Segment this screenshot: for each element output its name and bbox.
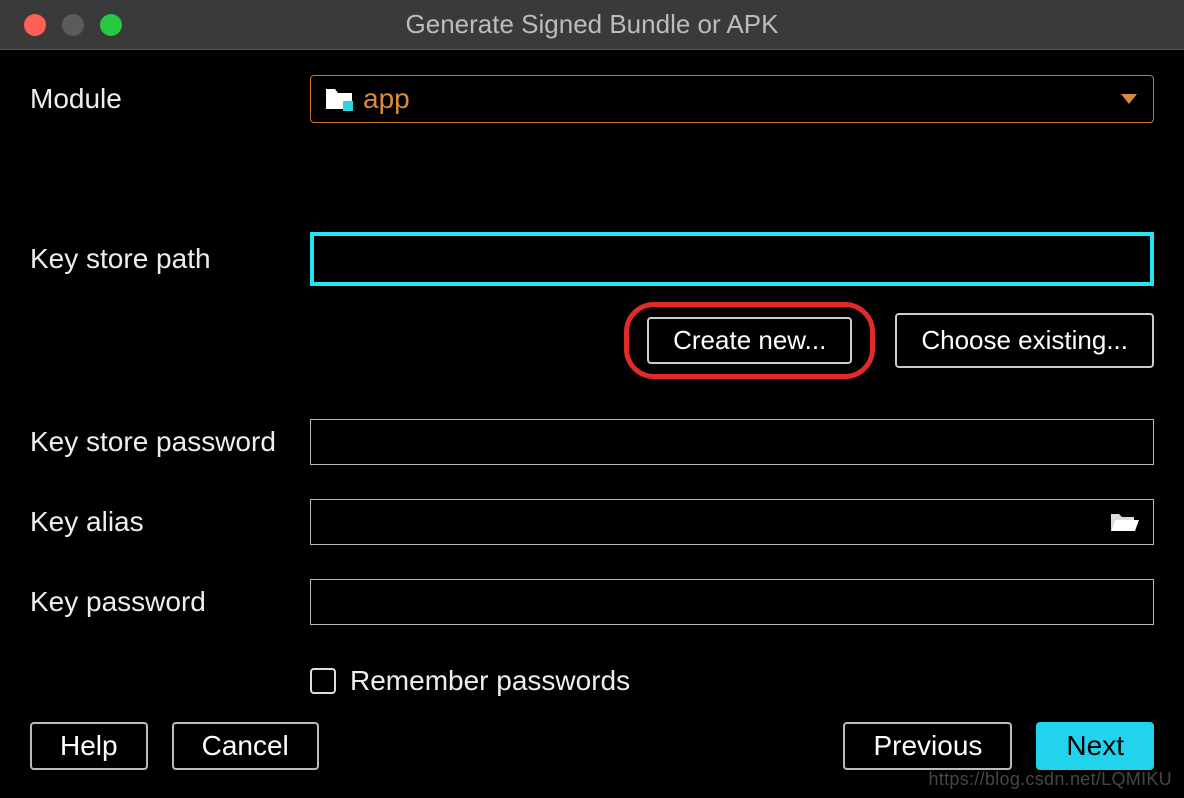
keystore-path-row: Key store path (30, 232, 1154, 286)
minimize-window-icon[interactable] (62, 14, 84, 36)
next-button[interactable]: Next (1036, 722, 1154, 770)
cancel-button[interactable]: Cancel (172, 722, 319, 770)
key-alias-browse-button[interactable] (1109, 508, 1141, 536)
remember-passwords-row: Remember passwords (310, 665, 1154, 697)
module-label: Module (30, 83, 310, 115)
maximize-window-icon[interactable] (100, 14, 122, 36)
previous-button[interactable]: Previous (843, 722, 1012, 770)
keystore-buttons-row: Create new... Choose existing... (310, 302, 1154, 379)
window-title: Generate Signed Bundle or APK (0, 9, 1184, 40)
key-alias-row: Key alias (30, 499, 1154, 545)
keystore-path-label: Key store path (30, 243, 310, 275)
keystore-path-input[interactable] (310, 232, 1154, 286)
module-select[interactable]: app (310, 75, 1154, 123)
remember-passwords-checkbox[interactable] (310, 668, 336, 694)
create-new-button[interactable]: Create new... (647, 317, 852, 364)
bottom-left-buttons: Help Cancel (30, 722, 319, 770)
module-folder-icon (325, 86, 355, 112)
key-alias-label: Key alias (30, 506, 310, 538)
keystore-password-row: Key store password (30, 419, 1154, 465)
module-row: Module app (30, 75, 1154, 123)
create-new-highlight: Create new... (624, 302, 875, 379)
key-password-input[interactable] (310, 579, 1154, 625)
chevron-down-icon (1121, 94, 1137, 104)
bottom-right-buttons: Previous Next (843, 722, 1154, 770)
dialog-content: Module app Key store path Create new... (10, 55, 1174, 798)
watermark-text: https://blog.csdn.net/LQMIKU (928, 769, 1172, 790)
bottom-button-bar: Help Cancel Previous Next (30, 722, 1154, 770)
module-selected-text: app (363, 83, 410, 115)
key-alias-input[interactable] (311, 500, 1109, 544)
folder-open-icon (1110, 511, 1140, 533)
keystore-password-label: Key store password (30, 426, 310, 458)
titlebar: Generate Signed Bundle or APK (0, 0, 1184, 50)
help-button[interactable]: Help (30, 722, 148, 770)
remember-passwords-label: Remember passwords (350, 665, 630, 697)
key-password-label: Key password (30, 586, 310, 618)
key-password-row: Key password (30, 579, 1154, 625)
keystore-password-input[interactable] (310, 419, 1154, 465)
close-window-icon[interactable] (24, 14, 46, 36)
key-alias-field-wrap (310, 499, 1154, 545)
window-controls (24, 14, 122, 36)
choose-existing-button[interactable]: Choose existing... (895, 313, 1154, 368)
